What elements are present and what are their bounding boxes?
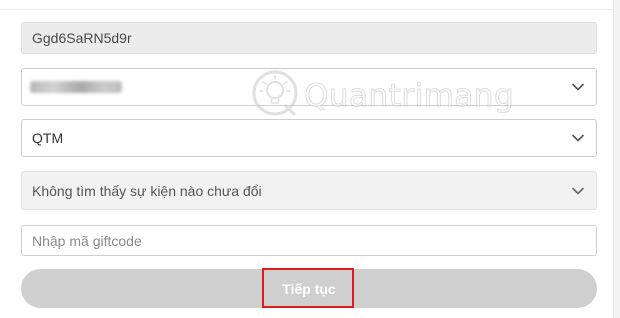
event-select[interactable]: Không tìm thấy sự kiện nào chưa đổi [21,171,597,210]
chevron-down-icon [572,83,584,91]
chevron-down-icon [572,187,584,195]
account-id-field: Ggd6SaRN5d9r [21,22,597,54]
chevron-down-icon [572,134,584,142]
character-select-value: QTM [32,130,64,146]
blurred-server-value [30,81,122,93]
giftcode-form-panel: Ggd6SaRN5d9r QTM Không tìm thấy sự kiện … [0,0,614,318]
character-select[interactable]: QTM [21,119,597,157]
giftcode-input[interactable] [21,225,597,256]
continue-button-label: Tiếp tục [282,280,336,297]
event-select-value: Không tìm thấy sự kiện nào chưa đổi [32,182,262,199]
account-id-value: Ggd6SaRN5d9r [32,30,132,46]
continue-button[interactable]: Tiếp tục [21,269,597,308]
server-select[interactable] [21,68,597,106]
divider [0,9,614,10]
